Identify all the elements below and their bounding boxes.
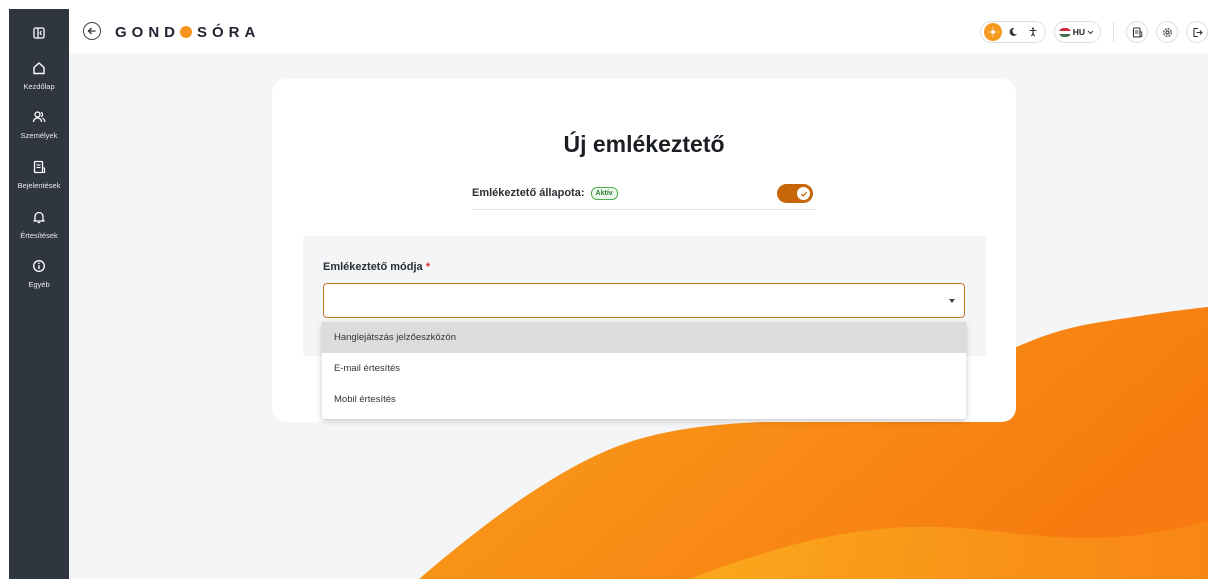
logo-text-left: GOND bbox=[115, 23, 180, 41]
sidebar-item-ertesitesek[interactable]: Értesítések bbox=[9, 210, 69, 240]
sun-icon[interactable] bbox=[983, 23, 1002, 41]
arrow-left-icon bbox=[87, 27, 96, 35]
status-label: Emlékeztető állapota: bbox=[472, 187, 585, 199]
accessibility-icon[interactable] bbox=[1024, 23, 1042, 41]
status-toggle[interactable] bbox=[777, 184, 813, 203]
logout-button[interactable] bbox=[1186, 21, 1208, 43]
app-logo: GOND SÓRA bbox=[115, 22, 260, 42]
moon-icon[interactable] bbox=[1004, 23, 1022, 41]
sidebar-item-label: Bejelentések bbox=[17, 181, 61, 190]
back-button[interactable] bbox=[83, 22, 101, 40]
top-strip bbox=[0, 0, 1208, 9]
topbar: GOND SÓRA HU bbox=[69, 9, 1208, 53]
hungary-flag-icon bbox=[1058, 27, 1071, 37]
report-icon bbox=[9, 160, 69, 178]
logo-text-right: SÓRA bbox=[197, 23, 261, 41]
divider bbox=[1113, 22, 1114, 42]
sidebar-item-szemelyek[interactable]: Személyek bbox=[9, 110, 69, 140]
sidebar-collapse-icon[interactable] bbox=[29, 23, 49, 43]
status-label-group: Emlékeztető állapota: Aktív bbox=[472, 187, 618, 200]
theme-switcher bbox=[979, 21, 1046, 43]
mode-label: Emlékeztető módja * bbox=[323, 261, 430, 273]
check-icon bbox=[797, 187, 810, 200]
gear-icon bbox=[1162, 27, 1172, 37]
status-row: Emlékeztető állapota: Aktív bbox=[472, 179, 816, 210]
settings-button[interactable] bbox=[1156, 21, 1178, 43]
bell-icon bbox=[9, 210, 69, 228]
sidebar-item-label: Egyéb bbox=[28, 280, 50, 289]
caret-down-icon bbox=[949, 299, 955, 303]
chevron-down-icon bbox=[1087, 30, 1094, 34]
language-selector[interactable]: HU bbox=[1053, 21, 1101, 43]
logo-dot-icon bbox=[180, 26, 192, 38]
sidebar-item-label: Személyek bbox=[20, 131, 58, 140]
mode-dropdown-menu: Hanglejátszás jelzőeszközön E-mail értes… bbox=[322, 322, 966, 419]
document-icon bbox=[1132, 26, 1142, 38]
sidebar-item-label: Értesítések bbox=[20, 231, 58, 240]
language-code: HU bbox=[1072, 27, 1085, 37]
mode-select[interactable] bbox=[323, 283, 965, 318]
home-icon bbox=[9, 61, 69, 79]
status-badge: Aktív bbox=[590, 187, 618, 200]
main-area: GOND SÓRA HU Új emlékeztető Emlékeztető … bbox=[69, 9, 1208, 579]
page-title: Új emlékeztető bbox=[563, 131, 725, 157]
info-icon bbox=[9, 259, 69, 277]
sidebar-item-label: Kezdőlap bbox=[23, 82, 55, 91]
topbar-actions: HU bbox=[979, 20, 1208, 44]
logout-icon bbox=[1192, 27, 1203, 37]
users-icon bbox=[9, 110, 69, 128]
required-mark: * bbox=[425, 261, 430, 273]
sidebar: Kezdőlap Személyek Bejelentések Értesíté… bbox=[9, 9, 69, 579]
dropdown-option[interactable]: E-mail értesítés bbox=[322, 353, 966, 384]
sidebar-item-bejelentesek[interactable]: Bejelentések bbox=[9, 160, 69, 190]
dropdown-option[interactable]: Hanglejátszás jelzőeszközön bbox=[322, 322, 966, 353]
dropdown-option[interactable]: Mobil értesítés bbox=[322, 384, 966, 415]
sidebar-item-egyeb[interactable]: Egyéb bbox=[9, 259, 69, 289]
sidebar-item-kezdolap[interactable]: Kezdőlap bbox=[9, 61, 69, 91]
document-button[interactable] bbox=[1126, 21, 1148, 43]
mode-label-text: Emlékeztető módja bbox=[323, 261, 423, 273]
